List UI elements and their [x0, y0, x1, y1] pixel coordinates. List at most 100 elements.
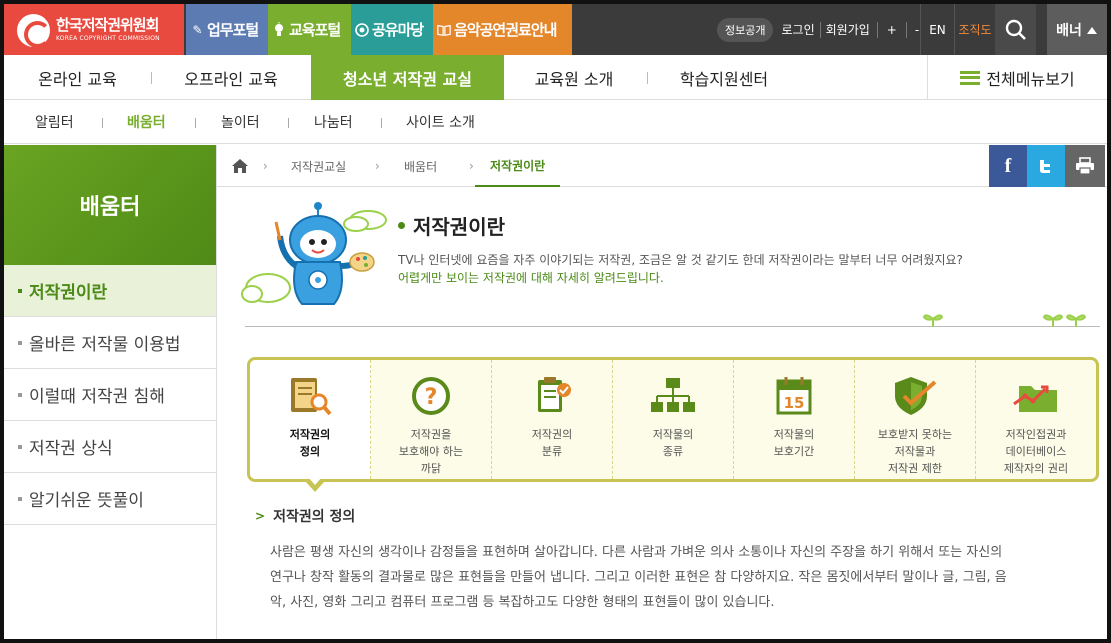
subnav-sharing[interactable]: 나눔터 — [314, 100, 353, 144]
hamburger-icon — [960, 70, 981, 85]
logo-name: 한국저작권위원회 — [56, 16, 159, 34]
section-heading: > 저작권의 정의 — [255, 506, 355, 526]
book-icon — [437, 22, 451, 38]
nav-offline-education[interactable]: 오프라인 교육 — [152, 55, 310, 100]
chevron-right-icon: › — [375, 159, 380, 173]
tab-business-portal[interactable]: ✎ 업무포털 — [186, 4, 268, 55]
paragraph-line: 연구나 창작 활동의 결과물로 많은 표현들을 만들어 냅니다. 그리고 이러한… — [270, 570, 1007, 585]
info-public-link[interactable]: 정보공개 — [717, 17, 774, 42]
tab-types[interactable]: 저작물의 종류 — [613, 360, 734, 479]
logo-mark-icon — [17, 14, 51, 48]
all-menu-label: 전체메뉴보기 — [986, 69, 1075, 89]
triangle-up-icon — [1086, 26, 1097, 34]
sprout-icon — [1043, 314, 1063, 327]
home-icon — [232, 159, 248, 173]
breadcrumb-current[interactable]: 저작권이란 — [475, 145, 561, 187]
shield-check-icon — [889, 370, 941, 422]
subnav-learning[interactable]: 배움터 — [127, 100, 166, 144]
tab-label: 저작권의 분류 — [531, 428, 573, 458]
subnav-playground[interactable]: 놀이터 — [221, 100, 260, 144]
nav-online-education[interactable]: 온라인 교육 — [4, 55, 151, 100]
subnav-site-intro[interactable]: 사이트 소개 — [406, 100, 475, 144]
all-menu-button[interactable]: 전체메뉴보기 — [927, 55, 1107, 100]
clipboard-check-icon — [526, 370, 578, 422]
side-item-label: 이럴때 저작권 침해 — [29, 387, 165, 407]
tab-why-protect[interactable]: ? 저작권을 보호해야 하는 까닭 — [371, 360, 492, 479]
tab-share-yard[interactable]: 공유마당 — [351, 4, 433, 55]
chevron-right-icon: › — [263, 159, 268, 173]
pen-icon: ✎ — [192, 22, 202, 37]
tab-business-portal-label: 업무포털 — [207, 21, 259, 39]
side-item-label: 저작권이란 — [29, 283, 108, 303]
nav-learning-support[interactable]: 학습지원센터 — [649, 55, 799, 100]
divider — [288, 118, 289, 128]
login-link[interactable]: 로그인 — [781, 21, 814, 38]
twitter-icon — [1040, 160, 1050, 173]
paragraph-line: 사람은 평생 자신의 생각이나 감정들을 표현하며 살아갑니다. 다른 사람과 … — [270, 545, 1003, 560]
title-bullet-icon — [398, 222, 405, 229]
page-title: 저작권이란 — [413, 215, 505, 239]
utility-links: 정보공개 로그인 회원가입 + - — [717, 4, 922, 55]
bullet-icon — [18, 496, 22, 501]
search-icon — [1005, 19, 1026, 40]
bullet-icon — [18, 444, 22, 449]
logo-link[interactable]: 한국저작권위원회 KOREA COPYRIGHT COMMISSION — [4, 4, 184, 55]
nav-institute-intro[interactable]: 교육원 소개 — [504, 55, 644, 100]
side-item-label: 저작권 상식 — [29, 439, 113, 459]
calendar-icon: 15 — [768, 370, 820, 422]
bullet-icon — [18, 392, 22, 397]
divider — [245, 326, 1100, 327]
tab-label: 저작권을 보호해야 하는 까닭 — [398, 428, 464, 475]
sub-nav: 알림터 배움터 놀이터 나눔터 사이트 소개 — [4, 100, 1107, 144]
side-item-what-is-copyright[interactable]: 저작권이란 — [4, 265, 216, 317]
side-item-common-sense[interactable]: 저작권 상식 — [4, 421, 216, 473]
divider — [381, 118, 382, 128]
breadcrumb-learning[interactable]: 배움터 — [404, 145, 437, 187]
tab-neighboring-rights[interactable]: 저작인접권과 데이터베이스 제작자의 권리 — [976, 360, 1096, 479]
side-item-glossary[interactable]: 알기쉬운 뜻풀이 — [4, 473, 216, 525]
search-button[interactable] — [995, 4, 1036, 55]
side-item-label: 올바른 저작물 이용법 — [29, 335, 181, 355]
signup-link[interactable]: 회원가입 — [826, 21, 870, 38]
side-item-proper-use[interactable]: 올바른 저작물 이용법 — [4, 317, 216, 369]
paragraph-line: 악, 사진, 영화 그리고 컴퓨터 프로그램 등 복잡하고도 다양한 형태의 표… — [270, 595, 775, 610]
tab-education-portal-label: 교육포털 — [289, 21, 341, 39]
twitter-share-button[interactable] — [1027, 145, 1065, 187]
tab-protection-period[interactable]: 15 저작물의 보호기간 — [734, 360, 855, 479]
calendar-day: 15 — [784, 394, 805, 412]
org-chart-link[interactable]: 조직도 — [955, 4, 995, 55]
banner-label: 배너 — [1056, 22, 1082, 39]
subnav-notice[interactable]: 알림터 — [35, 100, 74, 144]
tab-music-royalty[interactable]: 음악공연권료안내 — [433, 4, 572, 55]
section-title: 저작권의 정의 — [273, 509, 356, 525]
nav-youth-copyright-class[interactable]: 청소년 저작권 교실 — [311, 55, 504, 100]
lightbulb-icon — [272, 21, 286, 38]
print-button[interactable] — [1065, 145, 1105, 187]
side-item-label: 알기쉬운 뜻풀이 — [29, 491, 144, 511]
tab-label: 보호받지 못하는 저작물과 저작권 제한 — [877, 428, 953, 475]
folder-chart-icon — [1010, 370, 1062, 422]
svg-text:?: ? — [425, 385, 438, 410]
tab-definition[interactable]: 저작권의 정의 — [250, 360, 371, 492]
main-nav: 온라인 교육 오프라인 교육 청소년 저작권 교실 교육원 소개 학습지원센터 … — [4, 55, 1107, 100]
bullet-icon — [18, 288, 22, 293]
zoom-in-button[interactable]: + — [883, 23, 901, 37]
banner-toggle[interactable]: 배너 — [1047, 4, 1107, 55]
tab-education-portal[interactable]: 교육포털 — [268, 4, 351, 55]
tab-pointer-icon — [305, 477, 325, 492]
divider — [647, 72, 648, 84]
chevron-right-icon: › — [469, 159, 474, 173]
org-chart-icon — [647, 370, 699, 422]
side-item-infringement[interactable]: 이럴때 저작권 침해 — [4, 369, 216, 421]
divider — [819, 21, 821, 38]
section-paragraph: 사람은 평생 자신의 생각이나 감정들을 표현하며 살아갑니다. 다른 사람과 … — [270, 540, 1102, 615]
side-menu-title: 배움터 — [4, 145, 216, 265]
tab-label: 저작물의 종류 — [652, 428, 694, 458]
english-link[interactable]: EN — [920, 4, 955, 55]
facebook-share-button[interactable]: f — [989, 145, 1027, 187]
tab-unprotected-works[interactable]: 보호받지 못하는 저작물과 저작권 제한 — [855, 360, 976, 479]
home-link[interactable] — [231, 145, 249, 187]
topic-tabs: 저작권의 정의 ? 저작권을 보호해야 하는 까닭 저작권의 분류 저작물의 종… — [247, 357, 1099, 492]
breadcrumb-classroom[interactable]: 저작권교실 — [291, 145, 346, 187]
tab-classification[interactable]: 저작권의 분류 — [492, 360, 613, 479]
